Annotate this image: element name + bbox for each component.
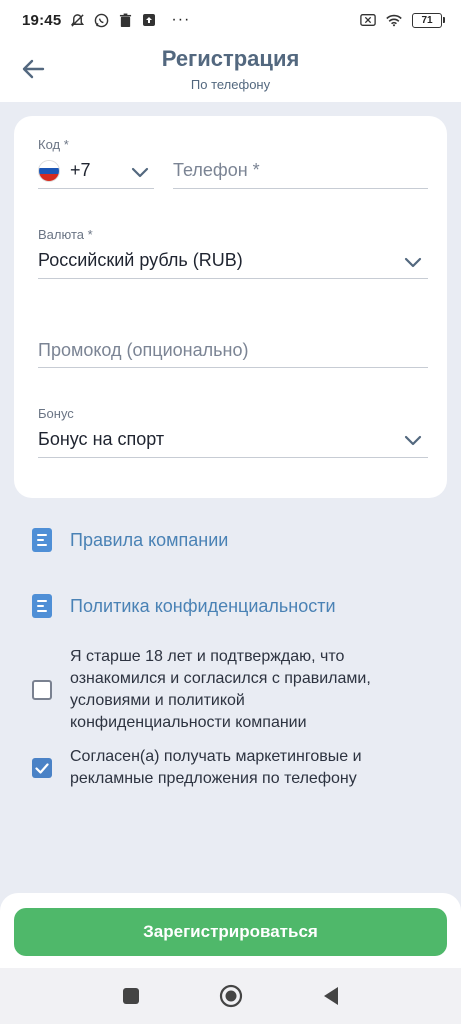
battery-level: 71	[412, 12, 442, 28]
upload-icon	[141, 12, 157, 28]
currency-underline	[38, 278, 428, 279]
checkmark-icon	[35, 762, 49, 774]
age-consent-row[interactable]: Я старше 18 лет и подтверждаю, что ознак…	[32, 646, 432, 734]
home-icon[interactable]	[217, 982, 245, 1010]
back-triangle-icon[interactable]	[317, 982, 345, 1010]
company-rules-label: Правила компании	[70, 529, 229, 550]
wifi-icon	[386, 12, 402, 28]
status-time: 19:45	[22, 11, 62, 29]
page-subtitle: По телефону	[190, 77, 271, 92]
notifications-off-icon	[69, 12, 85, 28]
recent-apps-icon[interactable]	[117, 982, 145, 1010]
privacy-policy-label: Политика конфиденциальности	[70, 595, 336, 616]
age-consent-checkbox[interactable]	[32, 680, 52, 700]
document-icon	[32, 594, 52, 618]
promo-code-input[interactable]: Промокод (опционально)	[38, 340, 248, 361]
currency-chevron-down-icon[interactable]	[402, 251, 424, 273]
bonus-label: Бонус	[38, 406, 74, 421]
code-label: Код *	[38, 137, 69, 152]
phone-input[interactable]: Телефон *	[173, 160, 260, 181]
company-rules-link[interactable]: Правила компании	[32, 528, 228, 552]
register-button[interactable]: Зарегистрироваться	[14, 908, 447, 956]
trash-icon	[117, 12, 133, 28]
russia-flag-icon	[38, 160, 60, 182]
privacy-policy-link[interactable]: Политика конфиденциальности	[32, 594, 336, 618]
app-header: Регистрация По телефону	[0, 40, 461, 102]
system-navigation-bar	[0, 968, 461, 1024]
code-underline	[38, 188, 154, 189]
page-title: Регистрация	[161, 46, 300, 71]
bonus-underline	[38, 457, 428, 458]
registration-form: Код * +7 Телефон * Валюта * Российский р…	[14, 116, 447, 498]
currency-label: Валюта *	[38, 227, 93, 242]
phone-underline	[173, 188, 428, 189]
no-sim-icon	[360, 12, 376, 28]
marketing-consent-row[interactable]: Согласен(а) получать маркетинговые и рек…	[32, 746, 432, 790]
status-bar: 19:45 ··· 71	[0, 0, 461, 40]
currency-select[interactable]: Российский рубль (RUB)	[38, 250, 243, 271]
whatsapp-icon	[93, 12, 109, 28]
marketing-consent-checkbox[interactable]	[32, 758, 52, 778]
more-notifications-icon: ···	[171, 11, 191, 28]
bonus-select[interactable]: Бонус на спорт	[38, 429, 164, 450]
country-code-chevron-down-icon[interactable]	[129, 161, 151, 183]
bonus-chevron-down-icon[interactable]	[402, 429, 424, 451]
promo-underline	[38, 367, 428, 368]
battery-icon: 71	[412, 12, 445, 28]
notification-icons: ···	[69, 11, 190, 29]
document-icon	[32, 528, 52, 552]
marketing-consent-text: Согласен(а) получать маркетинговые и рек…	[70, 748, 362, 787]
country-code-value[interactable]: +7	[70, 160, 91, 181]
age-consent-text: Я старше 18 лет и подтверждаю, что ознак…	[70, 648, 371, 731]
